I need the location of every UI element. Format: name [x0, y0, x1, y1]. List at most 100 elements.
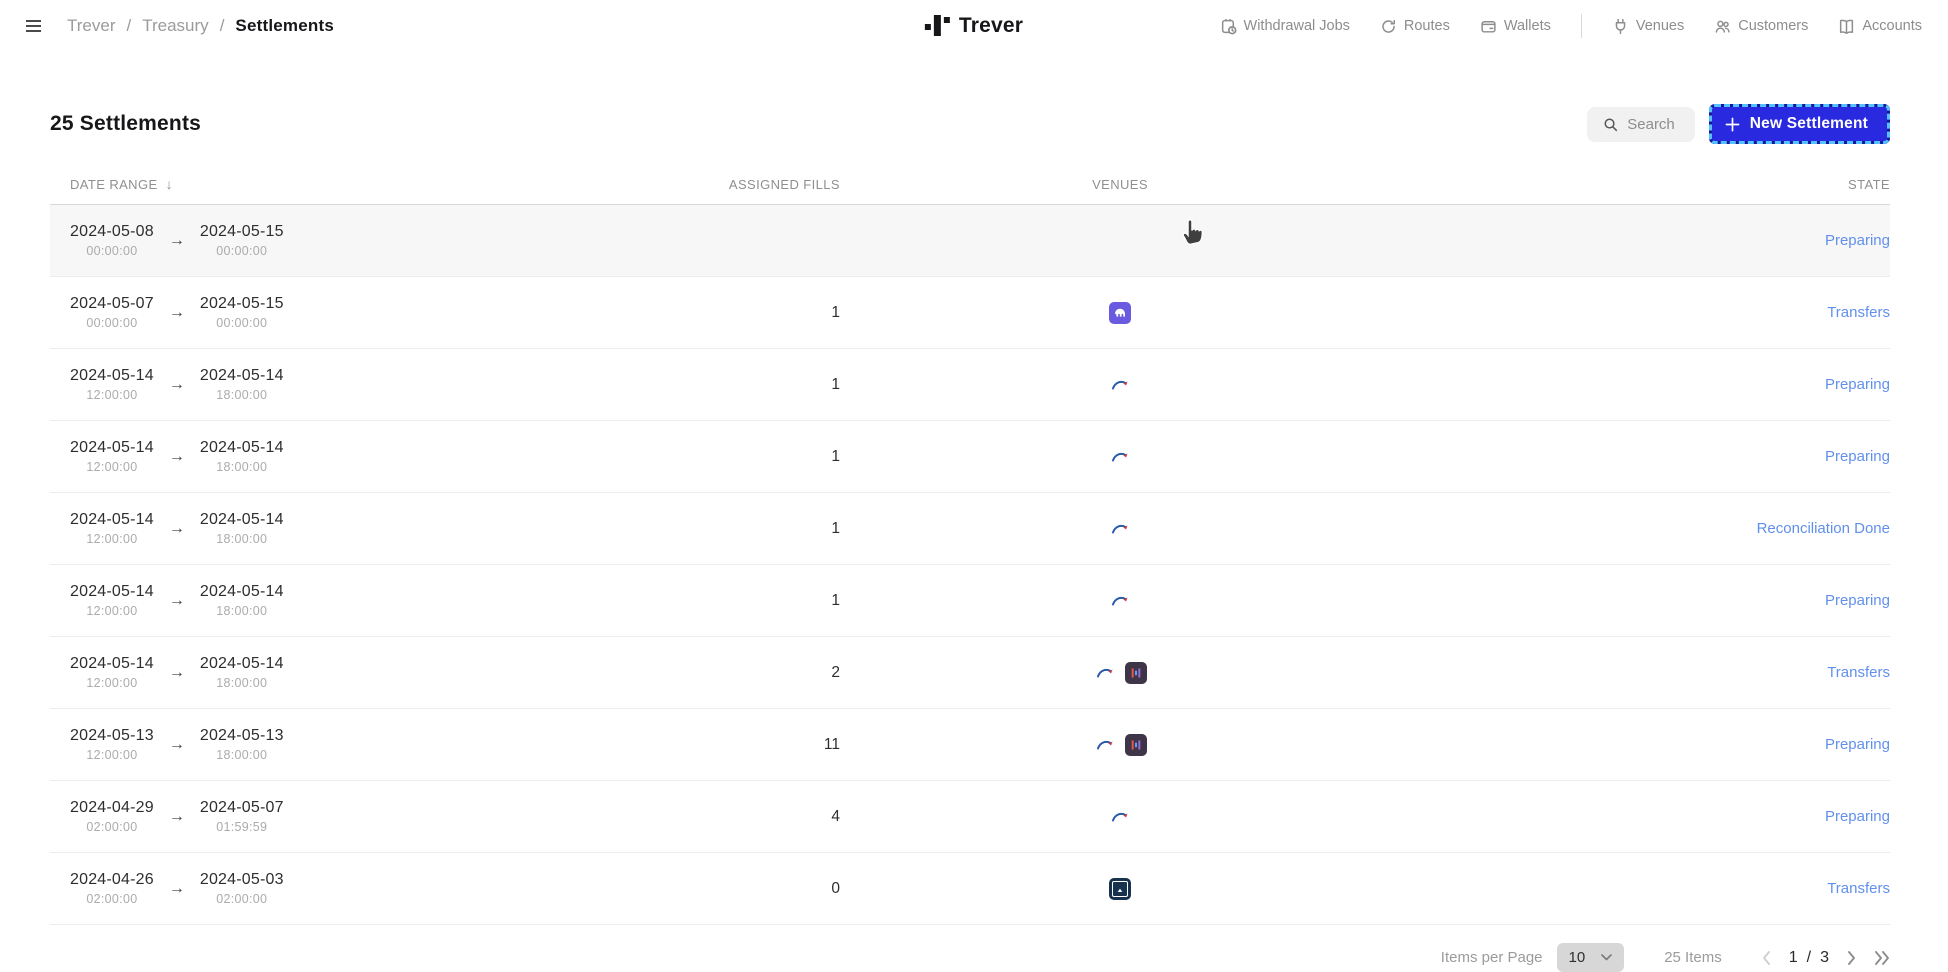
- top-bar: Trever / Treasury / Settlements Trever W…: [0, 0, 1948, 52]
- state-link[interactable]: Preparing: [1400, 808, 1890, 825]
- end-time: 00:00:00: [216, 316, 268, 330]
- table-row[interactable]: 2024-05-14 12:00:00 → 2024-05-14 18:00:00 …: [50, 421, 1890, 493]
- nav-item-accounts[interactable]: Accounts: [1838, 18, 1922, 35]
- date-range-cell: 2024-05-14 12:00:00 → 2024-05-14 18:00:00: [50, 367, 390, 402]
- state-link[interactable]: Preparing: [1400, 376, 1890, 393]
- breadcrumb-separator: /: [219, 16, 225, 35]
- venue-logo-navy-square-icon: [1109, 877, 1131, 900]
- end-date: 2024-05-14: [199, 655, 284, 672]
- state-link[interactable]: Transfers: [1400, 880, 1890, 897]
- column-header-venues: VENUES: [1092, 176, 1148, 192]
- state-link[interactable]: Reconciliation Done: [1400, 520, 1890, 537]
- next-page-button[interactable]: [1847, 950, 1856, 965]
- assigned-fills-value: 1: [831, 519, 840, 537]
- nav-item-routes[interactable]: Routes: [1380, 18, 1450, 35]
- date-range-cell: 2024-05-14 12:00:00 → 2024-05-14 18:00:00: [50, 439, 390, 474]
- column-label: DATE RANGE: [70, 176, 158, 192]
- search-button[interactable]: Search: [1587, 106, 1695, 142]
- start-time: 12:00:00: [86, 460, 138, 474]
- end-date: 2024-05-13: [199, 727, 284, 744]
- arrow-right-icon: →: [168, 376, 185, 393]
- table-row[interactable]: 2024-04-29 02:00:00 → 2024-05-07 01:59:59 …: [50, 781, 1890, 853]
- settlements-table: DATE RANGE ↓ ASSIGNED FILLS VENUES STATE…: [50, 164, 1890, 925]
- venue-logo-kraken-icon: [1109, 301, 1131, 324]
- nav-item-venues[interactable]: Venues: [1612, 18, 1684, 35]
- new-settlement-button[interactable]: New Settlement: [1708, 104, 1891, 144]
- start-time: 00:00:00: [86, 244, 138, 258]
- date-range-cell: 2024-05-13 12:00:00 → 2024-05-13 18:00:00: [50, 727, 390, 762]
- chevron-left-icon: [1762, 950, 1771, 965]
- users-icon: [1714, 18, 1731, 35]
- table-row[interactable]: 2024-05-14 12:00:00 → 2024-05-14 18:00:00 …: [50, 349, 1890, 421]
- table-row[interactable]: 2024-05-14 12:00:00 → 2024-05-14 18:00:00 …: [50, 637, 1890, 709]
- venues-cell: [840, 518, 1400, 540]
- end-date: 2024-05-14: [199, 439, 284, 456]
- start-date: 2024-05-14: [70, 655, 154, 672]
- table-row[interactable]: 2024-05-08 00:00:00 → 2024-05-15 00:00:00 …: [50, 205, 1890, 277]
- wallet-icon: [1480, 18, 1497, 35]
- end-time: 18:00:00: [216, 532, 268, 546]
- start-time: 02:00:00: [86, 892, 138, 906]
- state-link[interactable]: Preparing: [1400, 232, 1890, 249]
- table-row[interactable]: 2024-04-26 02:00:00 → 2024-05-03 02:00:00 …: [50, 853, 1890, 925]
- end-time: 18:00:00: [216, 604, 268, 618]
- end-time: 18:00:00: [216, 748, 268, 762]
- nav-label: Customers: [1738, 18, 1809, 34]
- arrow-right-icon: →: [168, 664, 185, 681]
- table-footer: Items per Page 10 25 Items 1 / 3: [50, 943, 1890, 972]
- table-header-row: DATE RANGE ↓ ASSIGNED FILLS VENUES STATE: [50, 164, 1890, 205]
- venues-cell: [840, 806, 1400, 828]
- nav-label: Accounts: [1862, 18, 1922, 34]
- column-header-date-range[interactable]: DATE RANGE ↓: [50, 176, 390, 192]
- nav-item-customers[interactable]: Customers: [1714, 18, 1808, 35]
- table-row[interactable]: 2024-05-07 00:00:00 → 2024-05-15 00:00:00 …: [50, 277, 1890, 349]
- start-time: 12:00:00: [86, 748, 138, 762]
- venue-logo-swoosh-icon: [1109, 806, 1131, 828]
- chevron-down-icon: [1601, 954, 1613, 961]
- column-header-state: STATE: [1848, 176, 1890, 192]
- breadcrumb-current-settlements: Settlements: [235, 16, 334, 35]
- arrow-right-icon: →: [168, 304, 185, 321]
- items-per-page-select[interactable]: 10: [1556, 943, 1625, 972]
- arrow-right-icon: →: [168, 736, 185, 753]
- breadcrumb-separator: /: [126, 16, 132, 35]
- state-link[interactable]: Preparing: [1400, 736, 1890, 753]
- arrow-right-icon: →: [168, 232, 185, 249]
- arrow-right-icon: →: [168, 808, 185, 825]
- menu-hamburger-icon[interactable]: [26, 20, 41, 32]
- venue-logo-bar-chart-icon: [1124, 661, 1147, 684]
- state-link[interactable]: Preparing: [1400, 592, 1890, 609]
- end-time: 18:00:00: [216, 676, 268, 690]
- start-date: 2024-05-14: [70, 511, 154, 528]
- previous-page-button[interactable]: [1762, 950, 1771, 965]
- total-pages: 3: [1820, 948, 1829, 966]
- start-time: 12:00:00: [86, 604, 138, 618]
- start-date: 2024-04-29: [70, 799, 154, 816]
- table-row[interactable]: 2024-05-13 12:00:00 → 2024-05-13 18:00:00 …: [50, 709, 1890, 781]
- arrow-right-icon: →: [168, 520, 185, 537]
- venue-logo-swoosh-icon: [1109, 446, 1131, 468]
- breadcrumb: Trever / Treasury / Settlements: [67, 16, 334, 36]
- end-date: 2024-05-14: [199, 511, 284, 528]
- state-link[interactable]: Preparing: [1400, 448, 1890, 465]
- start-date: 2024-05-13: [70, 727, 154, 744]
- search-label: Search: [1627, 115, 1675, 133]
- last-page-button[interactable]: [1874, 950, 1890, 965]
- venue-logo-swoosh-icon: [1109, 590, 1131, 612]
- state-link[interactable]: Transfers: [1400, 664, 1890, 681]
- table-row[interactable]: 2024-05-14 12:00:00 → 2024-05-14 18:00:00 …: [50, 565, 1890, 637]
- start-time: 02:00:00: [86, 820, 138, 834]
- venues-cell: [840, 301, 1400, 324]
- assigned-fills-value: 1: [831, 375, 840, 393]
- breadcrumb-treasury[interactable]: Treasury: [142, 16, 208, 36]
- nav-item-wallets[interactable]: Wallets: [1480, 18, 1551, 35]
- nav-item-withdrawal-jobs[interactable]: Withdrawal Jobs: [1220, 18, 1350, 35]
- nav-divider: [1580, 14, 1582, 38]
- breadcrumb-trever[interactable]: Trever: [67, 16, 116, 36]
- current-page: 1: [1788, 948, 1798, 966]
- state-link[interactable]: Transfers: [1400, 304, 1890, 321]
- end-time: 00:00:00: [216, 244, 268, 258]
- table-row[interactable]: 2024-05-14 12:00:00 → 2024-05-14 18:00:00 …: [50, 493, 1890, 565]
- venues-cell: [840, 877, 1400, 900]
- toolbar: 25 Settlements Search New Settlement: [50, 104, 1891, 144]
